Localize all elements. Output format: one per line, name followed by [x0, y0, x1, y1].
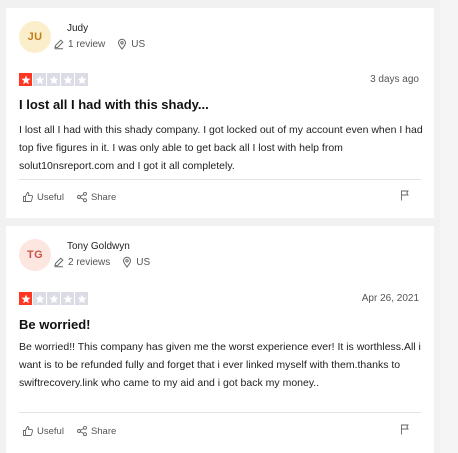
- review-title[interactable]: Be worried!: [19, 317, 91, 332]
- avatar[interactable]: TG: [19, 239, 51, 271]
- page-gutter: [440, 0, 458, 453]
- review-body: I lost all I had with this shady company…: [19, 124, 423, 172]
- thumbs-up-icon: [23, 426, 33, 436]
- star-rating: [19, 73, 88, 86]
- star-icon-empty: [33, 292, 46, 305]
- review-body: Be worried!! This company has given me t…: [19, 341, 421, 389]
- star-icon-filled: [19, 292, 32, 305]
- review-card: JU Judy 1 review US 3 days ago I lost al…: [6, 8, 434, 218]
- location-pin-icon: [121, 256, 133, 268]
- star-icon-empty: [61, 73, 74, 86]
- share-icon: [76, 425, 87, 437]
- useful-label: Useful: [37, 425, 64, 437]
- star-icon-empty: [47, 73, 60, 86]
- reviewer-country: US: [131, 38, 146, 50]
- avatar[interactable]: JU: [19, 21, 51, 53]
- divider: [19, 412, 421, 413]
- reviewer-header: JU Judy 1 review US: [6, 8, 434, 68]
- pencil-icon: [53, 256, 65, 268]
- useful-button[interactable]: Useful: [22, 191, 64, 203]
- review-date: 3 days ago: [370, 74, 419, 85]
- star-icon-filled: [19, 73, 32, 86]
- useful-label: Useful: [37, 191, 64, 203]
- star-rating: [19, 292, 88, 305]
- star-icon-empty: [75, 292, 88, 305]
- divider: [19, 179, 421, 180]
- review-date: Apr 26, 2021: [361, 293, 419, 304]
- review-count: 2 reviews: [68, 256, 111, 268]
- review-count: 1 review: [68, 38, 106, 50]
- location-pin-icon: [116, 38, 128, 50]
- review-title[interactable]: I lost all I had with this shady...: [19, 97, 209, 112]
- useful-button[interactable]: Useful: [22, 425, 64, 437]
- share-label: Share: [90, 191, 117, 203]
- review-card: TG Tony Goldwyn 2 reviews US Apr 26, 202…: [6, 226, 434, 453]
- share-icon: [76, 191, 87, 203]
- reviewer-name[interactable]: Judy: [67, 23, 88, 34]
- reviewer-header: TG Tony Goldwyn 2 reviews US: [6, 226, 434, 286]
- report-flag-icon[interactable]: [400, 422, 410, 440]
- share-label: Share: [90, 425, 117, 437]
- reviewer-name[interactable]: Tony Goldwyn: [67, 241, 130, 252]
- thumbs-up-icon: [23, 192, 33, 202]
- star-icon-empty: [47, 292, 60, 305]
- share-button[interactable]: Share: [76, 425, 116, 437]
- reviewer-country: US: [136, 256, 151, 268]
- report-flag-icon[interactable]: [400, 188, 410, 206]
- star-icon-empty: [61, 292, 74, 305]
- pencil-icon: [53, 38, 65, 50]
- share-button[interactable]: Share: [76, 191, 116, 203]
- star-icon-empty: [75, 73, 88, 86]
- star-icon-empty: [33, 73, 46, 86]
